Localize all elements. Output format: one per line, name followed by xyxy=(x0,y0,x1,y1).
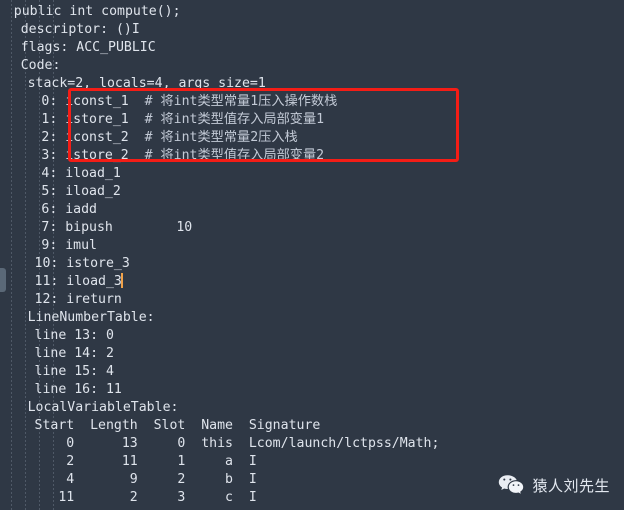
code-line[interactable]: line 16: 11 xyxy=(0,381,624,399)
code-editor-screenshot: public int compute(); descriptor: ()I flag… xyxy=(0,0,624,510)
code-line[interactable]: 10: istore_3 xyxy=(0,255,624,273)
instruction-text: 12: ireturn xyxy=(34,292,122,307)
instruction-text: public int compute(); xyxy=(13,4,181,19)
instruction-text: Code: xyxy=(20,58,61,73)
code-line[interactable]: 11: iload_3 xyxy=(0,273,624,291)
instruction-text: LocalVariableTable: xyxy=(27,400,179,415)
code-line[interactable]: 12: ireturn xyxy=(0,291,624,309)
instruction-text: descriptor: ()I xyxy=(20,22,140,37)
wechat-icon xyxy=(498,474,524,496)
instruction-text: 11: iload_3 xyxy=(34,274,122,289)
code-line[interactable]: 2: iconst_2 # 将int类型常量2压入栈 xyxy=(0,129,624,147)
instruction-text: 0 13 0 this Lcom/launch/lctpss/Math; xyxy=(34,436,440,451)
instruction-text: Start Length Slot Name Signature xyxy=(34,418,321,433)
instruction-text: 4: iload_1 xyxy=(41,166,121,181)
code-line[interactable]: line 14: 2 xyxy=(0,345,624,363)
instruction-text: 7: bipush 10 xyxy=(41,220,193,235)
instruction-text: 2 11 1 a I xyxy=(34,454,257,469)
code-text-area[interactable]: public int compute(); descriptor: ()I flag… xyxy=(0,0,624,507)
code-line[interactable]: 5: iload_2 xyxy=(0,183,624,201)
instruction-text: line 15: 4 xyxy=(34,364,114,379)
instruction-text: 4 9 2 b I xyxy=(34,472,257,487)
code-line[interactable]: 1: istore_1 # 将int类型值存入局部变量1 xyxy=(0,111,624,129)
instruction-text: 9: imul xyxy=(41,238,97,253)
code-line[interactable]: 4: iload_1 xyxy=(0,165,624,183)
instruction-text: line 13: 0 xyxy=(34,328,114,343)
instruction-text: 10: istore_3 xyxy=(34,256,130,271)
instruction-text: LineNumberTable: xyxy=(27,310,155,325)
instruction-comment: # 将int类型常量2压入栈 xyxy=(144,130,298,145)
code-line[interactable]: 0 13 0 this Lcom/launch/lctpss/Math; xyxy=(0,435,624,453)
code-line[interactable]: line 13: 0 xyxy=(0,327,624,345)
code-line[interactable]: line 15: 4 xyxy=(0,363,624,381)
instruction-text: 6: iadd xyxy=(41,202,97,217)
text-caret xyxy=(120,273,123,288)
watermark: 猿人刘先生 xyxy=(498,474,610,496)
code-line[interactable]: Start Length Slot Name Signature xyxy=(0,417,624,435)
instruction-text: 11 2 3 c I xyxy=(34,490,257,505)
instruction-text: flags: ACC_PUBLIC xyxy=(20,40,156,55)
instruction-text: 5: iload_2 xyxy=(41,184,121,199)
code-line[interactable]: 9: imul xyxy=(0,237,624,255)
code-line[interactable]: stack=2, locals=4, args size=1 xyxy=(0,75,624,93)
instruction-comment: # 将int类型值存入局部变量1 xyxy=(144,112,325,127)
code-line[interactable]: Code: xyxy=(0,57,624,75)
code-line[interactable]: LineNumberTable: xyxy=(0,309,624,327)
watermark-label: 猿人刘先生 xyxy=(532,476,610,495)
code-line[interactable]: 6: iadd xyxy=(0,201,624,219)
instruction-text: 2: iconst_2 xyxy=(41,130,145,145)
code-line[interactable]: 0: iconst_1 # 将int类型常量1压入操作数栈 xyxy=(0,93,624,111)
instruction-text: 1: istore_1 xyxy=(41,112,145,127)
code-line[interactable]: flags: ACC_PUBLIC xyxy=(0,39,624,57)
code-line[interactable]: descriptor: ()I xyxy=(0,21,624,39)
code-line[interactable]: 2 11 1 a I xyxy=(0,453,624,471)
instruction-text: line 14: 2 xyxy=(34,346,114,361)
instruction-text: 0: iconst_1 xyxy=(41,94,145,109)
instruction-comment: # 将int类型常量1压入操作数栈 xyxy=(144,94,338,109)
instruction-text: line 16: 11 xyxy=(34,382,122,397)
instruction-text: stack=2, locals=4, args size=1 xyxy=(27,76,266,91)
instruction-text: 3: istore_2 xyxy=(41,148,145,163)
code-line[interactable]: LocalVariableTable: xyxy=(0,399,624,417)
code-line[interactable]: 3: istore_2 # 将int类型值存入局部变量2 xyxy=(0,147,624,165)
instruction-comment: # 将int类型值存入局部变量2 xyxy=(144,148,325,163)
code-line[interactable]: 7: bipush 10 xyxy=(0,219,624,237)
code-line[interactable]: public int compute(); xyxy=(0,3,624,21)
